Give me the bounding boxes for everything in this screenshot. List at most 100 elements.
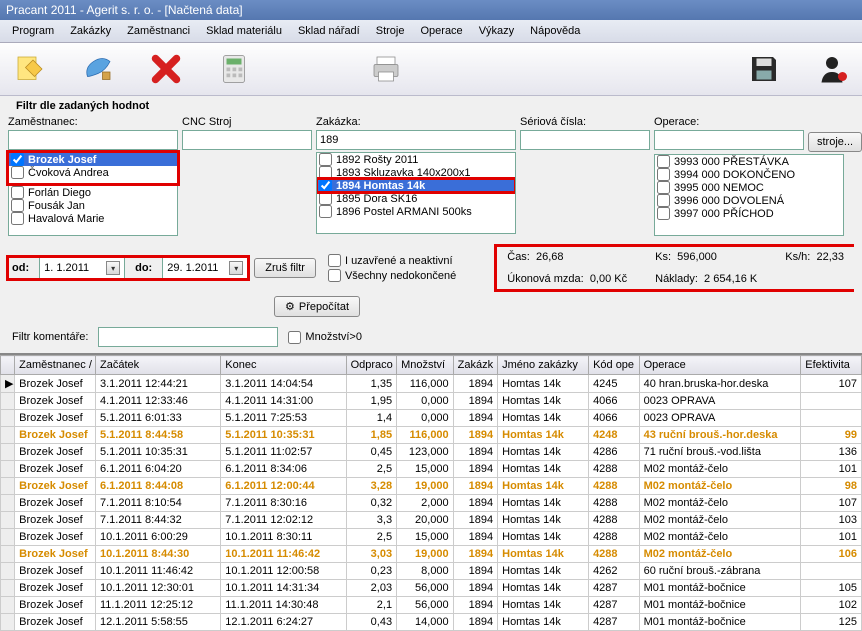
list-item[interactable]: Fousák Jan — [9, 199, 177, 212]
delete-icon[interactable] — [144, 47, 188, 91]
summary-panel: Čas: 26,68 Úkonová mzda: 0,00 Kč Ks: 596… — [494, 244, 854, 292]
print-icon[interactable] — [364, 47, 408, 91]
operation-filter-label: Operace: — [654, 114, 844, 130]
table-row[interactable]: Brozek Josef10.1.2011 6:00:2910.1.2011 8… — [1, 529, 862, 546]
serial-filter-label: Sériová čísla: — [520, 114, 650, 130]
list-item[interactable]: 3996 000 DOVOLENÁ — [655, 194, 843, 207]
menu-item[interactable]: Zaměstnanci — [119, 22, 198, 40]
list-item[interactable]: 1893 Skluzavka 140x200x1 — [317, 166, 515, 179]
order-listbox[interactable]: 1892 Rošty 20111893 Skluzavka 140x200x11… — [316, 152, 516, 234]
table-row[interactable]: Brozek Josef6.1.2011 6:04:206.1.2011 8:3… — [1, 461, 862, 478]
main-toolbar — [0, 43, 862, 96]
recalc-button[interactable]: ⚙Přepočítat — [274, 296, 360, 317]
filter-section-title: Filtr dle zadaných hodnot — [0, 96, 862, 114]
comment-filter-label: Filtr komentáře: — [12, 331, 88, 343]
user-icon[interactable] — [810, 47, 854, 91]
table-row[interactable]: Brozek Josef5.1.2011 10:35:315.1.2011 11… — [1, 444, 862, 461]
summary-ks: 596,000 — [677, 251, 717, 263]
employee-filter-label: Zaměstnanec: — [8, 114, 178, 130]
column-header[interactable]: Zakázk — [453, 356, 497, 375]
gear-icon: ⚙ — [285, 300, 295, 313]
menu-item[interactable]: Stroje — [368, 22, 413, 40]
table-row[interactable]: Brozek Josef4.1.2011 12:33:464.1.2011 14… — [1, 393, 862, 410]
list-item[interactable]: 3994 000 DOKONČENO — [655, 168, 843, 181]
qty-gt0-checkbox[interactable]: Množství>0 — [288, 331, 362, 344]
date-to-label: do: — [131, 262, 156, 274]
summary-wage: 0,00 Kč — [590, 273, 627, 285]
dropdown-icon[interactable] — [106, 261, 120, 275]
list-item[interactable]: 1896 Postel ARMANI 500ks — [317, 205, 515, 218]
summary-time: 26,68 — [536, 251, 564, 263]
menu-item[interactable]: Sklad nářadí — [290, 22, 368, 40]
cnc-filter-label: CNC Stroj — [182, 114, 312, 130]
calculator-icon[interactable] — [212, 47, 256, 91]
date-to-field[interactable] — [162, 257, 248, 279]
clear-filter-button[interactable]: Zruš filtr — [254, 258, 316, 278]
table-row[interactable]: Brozek Josef5.1.2011 6:01:335.1.2011 7:2… — [1, 410, 862, 427]
list-item[interactable]: 3997 000 PŘÍCHOD — [655, 207, 843, 220]
summary-ksh: 22,33 — [816, 251, 844, 263]
order-filter-label: Zakázka: — [316, 114, 516, 130]
data-grid[interactable]: Zaměstnanec /ZačátekKonecOdpracoMnožství… — [0, 353, 862, 631]
menu-bar: ProgramZakázkyZaměstnanciSklad materiálu… — [0, 20, 862, 43]
table-row[interactable]: Brozek Josef7.1.2011 8:44:327.1.2011 12:… — [1, 512, 862, 529]
table-row[interactable]: Brozek Josef10.1.2011 12:30:0110.1.2011 … — [1, 580, 862, 597]
table-row[interactable]: Brozek Josef10.1.2011 8:44:3010.1.2011 1… — [1, 546, 862, 563]
operation-filter-input[interactable] — [654, 130, 804, 150]
list-item[interactable]: Forlán Diego — [9, 186, 177, 199]
summary-cost: 2 654,16 K — [704, 273, 757, 285]
column-header[interactable] — [1, 356, 15, 375]
brush-icon[interactable] — [76, 47, 120, 91]
list-item[interactable]: Havalová Marie — [9, 212, 177, 225]
employee-listbox[interactable]: Brozek JosefČvoková Andrea — [8, 152, 178, 184]
menu-item[interactable]: Zakázky — [62, 22, 119, 40]
closed-inactive-checkbox[interactable]: I uzavřené a neaktivní — [328, 254, 456, 267]
table-row[interactable]: Brozek Josef12.1.2011 5:58:5512.1.2011 6… — [1, 614, 862, 631]
dropdown-icon[interactable] — [229, 261, 243, 275]
date-to-input[interactable] — [167, 262, 227, 274]
column-header[interactable]: Kód ope — [589, 356, 640, 375]
list-item[interactable]: Čvoková Andrea — [9, 166, 177, 179]
column-header[interactable]: Efektivita — [801, 356, 862, 375]
list-item[interactable]: 1894 Homtas 14k — [317, 179, 515, 192]
menu-item[interactable]: Program — [4, 22, 62, 40]
table-row[interactable]: Brozek Josef5.1.2011 8:44:585.1.2011 10:… — [1, 427, 862, 444]
employee-filter-input[interactable] — [8, 130, 178, 150]
date-from-label: od: — [8, 262, 33, 274]
table-row[interactable]: Brozek Josef7.1.2011 8:10:547.1.2011 8:3… — [1, 495, 862, 512]
column-header[interactable]: Začátek — [95, 356, 220, 375]
column-header[interactable]: Konec — [221, 356, 346, 375]
cnc-filter-input[interactable] — [182, 130, 312, 150]
column-header[interactable]: Odpraco — [346, 356, 397, 375]
employee-listbox-cont[interactable]: Forlán DiegoFousák JanHavalová Marie — [8, 186, 178, 236]
save-icon[interactable] — [742, 47, 786, 91]
operation-listbox[interactable]: 3993 000 PŘESTÁVKA3994 000 DOKONČENO3995… — [654, 154, 844, 236]
table-row[interactable]: Brozek Josef10.1.2011 11:46:4210.1.2011 … — [1, 563, 862, 580]
menu-item[interactable]: Sklad materiálu — [198, 22, 290, 40]
list-item[interactable]: 1895 Dora SK16 — [317, 192, 515, 205]
menu-item[interactable]: Nápověda — [522, 22, 588, 40]
list-item[interactable]: Brozek Josef — [9, 153, 177, 166]
date-from-field[interactable] — [39, 257, 125, 279]
filter-row: Zaměstnanec: Brozek JosefČvoková Andrea … — [0, 114, 862, 240]
column-header[interactable]: Zaměstnanec / — [15, 356, 96, 375]
window-title-bar: Pracant 2011 - Agerit s. r. o. - [Načten… — [0, 0, 862, 20]
table-row[interactable]: ▶Brozek Josef3.1.2011 12:44:213.1.2011 1… — [1, 375, 862, 393]
column-header[interactable]: Operace — [639, 356, 801, 375]
stroje-button[interactable]: stroje... — [808, 132, 862, 152]
date-from-input[interactable] — [44, 262, 104, 274]
edit-icon[interactable] — [8, 47, 52, 91]
menu-item[interactable]: Operace — [412, 22, 470, 40]
comment-filter-input[interactable] — [98, 327, 278, 347]
list-item[interactable]: 3993 000 PŘESTÁVKA — [655, 155, 843, 168]
table-row[interactable]: Brozek Josef6.1.2011 8:44:086.1.2011 12:… — [1, 478, 862, 495]
list-item[interactable]: 1892 Rošty 2011 — [317, 153, 515, 166]
column-header[interactable]: Množství — [397, 356, 454, 375]
column-header[interactable]: Jméno zakázky — [498, 356, 589, 375]
serial-filter-input[interactable] — [520, 130, 650, 150]
order-filter-input[interactable] — [316, 130, 516, 150]
menu-item[interactable]: Výkazy — [471, 22, 522, 40]
list-item[interactable]: 3995 000 NEMOC — [655, 181, 843, 194]
all-unfinished-checkbox[interactable]: Všechny nedokončené — [328, 269, 456, 282]
table-row[interactable]: Brozek Josef11.1.2011 12:25:1211.1.2011 … — [1, 597, 862, 614]
